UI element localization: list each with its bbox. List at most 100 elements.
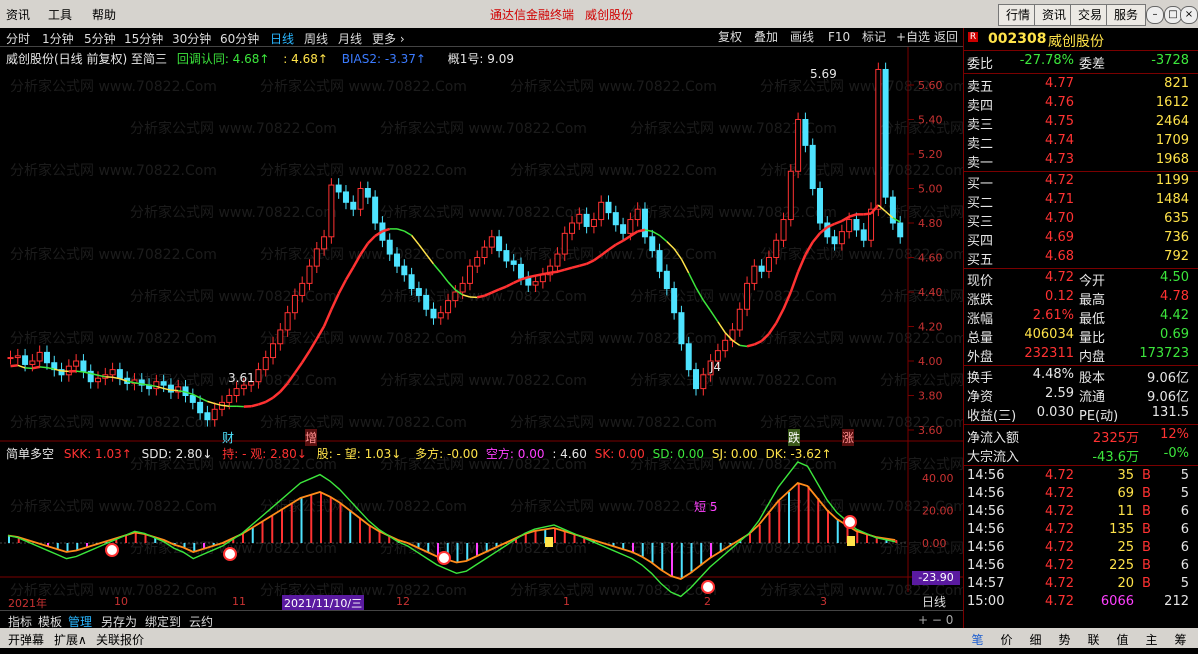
flow-row: 净流入额 2325万 12%: [964, 427, 1189, 446]
bid-volume: 635: [1164, 211, 1189, 226]
period-tab[interactable]: 月线: [338, 30, 362, 47]
period-tab[interactable]: 1分钟: [42, 30, 74, 47]
info-button[interactable]: 资讯: [1034, 4, 1074, 26]
candle-body: [525, 277, 532, 286]
tab-main[interactable]: 主: [1137, 631, 1166, 648]
menu-tools[interactable]: 工具: [48, 6, 72, 23]
stat-value: 406034: [1024, 327, 1074, 342]
close-icon[interactable]: ×: [1180, 6, 1198, 24]
candle-body: [846, 219, 853, 233]
period-tab[interactable]: 周线: [304, 30, 328, 47]
candle-body: [554, 253, 561, 267]
candle-body: [816, 188, 823, 224]
expand-button[interactable]: 扩展∧: [54, 631, 87, 648]
time-axis: 2021年 10 11 2021/11/10/三 12 1 2 3 日线: [0, 595, 963, 611]
stat-label: 换手: [967, 371, 994, 386]
ma-segment: [513, 278, 522, 284]
tick-time: 14:56: [967, 558, 1005, 573]
candle-body: [758, 265, 765, 272]
sub-legend: 简单多空 SKK: 1.03↑ SDD: 2.80↓ 持: - 观: 2.80↓…: [6, 445, 832, 462]
candle-body: [408, 274, 415, 290]
related-quote-button[interactable]: 关联报价: [96, 631, 144, 648]
bid-volume: 792: [1164, 249, 1189, 264]
ma-segment: [557, 268, 566, 273]
toolbar-button[interactable]: 叠加: [754, 29, 778, 45]
ask-label: 卖四: [967, 99, 994, 114]
flow-row: 大宗流入 -43.6万 -0%: [964, 446, 1189, 465]
tick-time: 14:56: [967, 540, 1005, 555]
signal-circle: [105, 543, 119, 557]
candle-body: [277, 329, 284, 345]
candle-body: [744, 282, 751, 310]
ma-segment: [221, 404, 230, 408]
candle-body: [313, 248, 320, 267]
time-label: 3: [820, 595, 827, 608]
time-label: 1: [563, 595, 570, 608]
watermark-text: 分析家公式网 www.70822.Com: [630, 372, 837, 389]
toolbar-button[interactable]: 画线: [790, 29, 814, 45]
candle-body: [722, 339, 729, 352]
watermark-text: 分析家公式网 www.70822.Com: [130, 288, 337, 305]
trade-button[interactable]: 交易: [1070, 4, 1110, 26]
candle-body: [73, 360, 80, 367]
ma-segment: [651, 230, 660, 237]
toolbar-button[interactable]: F10: [828, 29, 850, 45]
stat-value: 131.5: [1151, 405, 1189, 420]
tick-bs: B: [1142, 486, 1151, 501]
period-tab[interactable]: 5分钟: [84, 30, 116, 47]
ma-segment: [440, 272, 449, 283]
ask-price: 4.76: [1045, 95, 1074, 110]
price-axis-label: 3.60: [918, 424, 943, 437]
ask-volume: 1709: [1155, 133, 1189, 148]
stat-label: 涨幅: [967, 312, 994, 327]
tab-price[interactable]: 价: [992, 631, 1021, 648]
period-tab-active[interactable]: 日线: [270, 30, 294, 47]
sub-axis-label: 0.00: [922, 537, 947, 550]
ask-row: 卖一 4.73 1968: [964, 152, 1189, 171]
tab-value[interactable]: 值: [1108, 631, 1137, 648]
danmaku-button[interactable]: 开弹幕: [8, 631, 44, 648]
menu-info[interactable]: 资讯: [6, 6, 30, 23]
ask-price: 4.75: [1045, 114, 1074, 129]
period-tab[interactable]: 30分钟: [172, 30, 211, 47]
watermark-text: 分析家公式网 www.70822.Com: [10, 246, 217, 263]
tab-trend[interactable]: 势: [1050, 631, 1079, 648]
candle-body: [605, 201, 612, 214]
candle-body: [802, 119, 809, 146]
candle-body: [160, 381, 167, 386]
zoom-controls[interactable]: + − 0: [918, 613, 953, 627]
kline-chart[interactable]: 分析家公式网 www.70822.Com 分析家公式网 www.70822.Com…: [0, 47, 963, 610]
osc-bar: [290, 504, 293, 543]
toolbar-button[interactable]: +自选: [896, 29, 930, 45]
tick-time: 15:00: [967, 594, 1005, 609]
tab-detail[interactable]: 细: [1021, 631, 1050, 648]
tick-bs: B: [1142, 468, 1151, 483]
candle-body: [641, 208, 648, 238]
service-button[interactable]: 服务: [1106, 4, 1146, 26]
tab-linked[interactable]: 联: [1079, 631, 1108, 648]
tab-chips[interactable]: 筹: [1166, 631, 1195, 648]
bid-price: 4.68: [1045, 249, 1074, 264]
osc-bar: [690, 543, 693, 573]
chart-area[interactable]: 分析家公式网 www.70822.Com 分析家公式网 www.70822.Com…: [0, 47, 963, 610]
tick-volume: 6066: [1100, 594, 1134, 609]
tab-tick[interactable]: 笔: [963, 631, 992, 648]
period-tab[interactable]: 15分钟: [124, 30, 163, 47]
period-bar: 分时 1分钟 5分钟 15分钟 30分钟 60分钟 日线 周线 月线 更多 › …: [0, 28, 963, 47]
period-more[interactable]: 更多 ›: [372, 30, 405, 47]
price-axis-label: 4.00: [918, 355, 943, 368]
market-button[interactable]: 行情: [998, 4, 1038, 26]
toolbar-button[interactable]: 返回: [934, 29, 958, 45]
minimize-icon[interactable]: –: [1146, 6, 1164, 24]
period-tab[interactable]: 分时: [6, 30, 30, 47]
candle-body: [386, 239, 393, 255]
osc-bar: [524, 534, 527, 543]
toolbar-button[interactable]: 标记: [862, 29, 886, 45]
tick-count: 6: [1180, 504, 1189, 519]
menu-help[interactable]: 帮助: [92, 6, 116, 23]
period-tab[interactable]: 60分钟: [220, 30, 259, 47]
osc-bar: [271, 516, 274, 543]
candle-body: [415, 288, 422, 296]
osc-bar: [700, 543, 703, 566]
toolbar-button[interactable]: 复权: [718, 29, 742, 45]
